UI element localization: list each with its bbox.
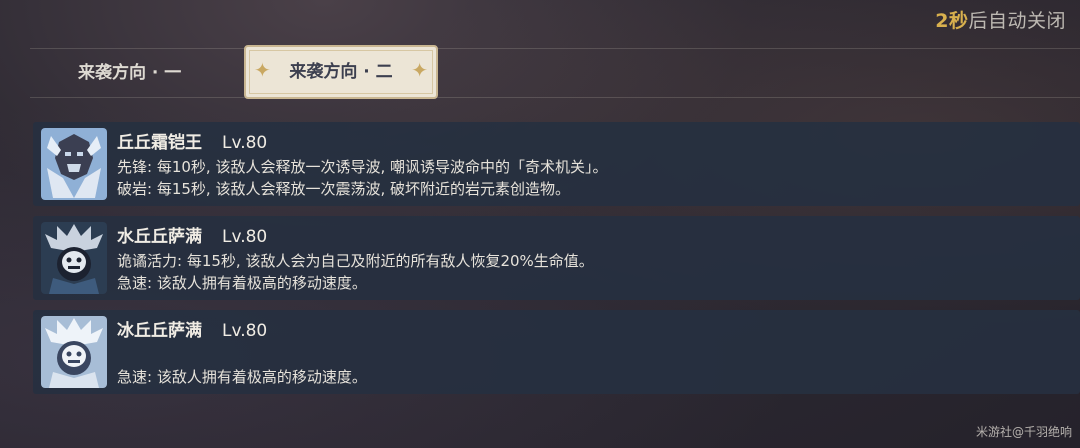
enemy-trait: 急速: 该敌人拥有着极高的移动速度。	[117, 274, 367, 292]
enemy-name: 水丘丘萨满	[117, 227, 202, 247]
direction-tab-bar: 来袭方向 · 一 ✦ 来袭方向 · 二 ✦	[30, 45, 1080, 99]
sparkle-icon: ✦	[254, 58, 271, 82]
sparkle-icon: ✦	[411, 58, 428, 82]
timer-suffix: 后自动关闭	[968, 10, 1066, 32]
enemy-level: Lv.80	[222, 133, 268, 153]
tab-direction-one[interactable]: 来袭方向 · 一	[78, 49, 181, 97]
watermark: 米游社@千羽绝响	[975, 425, 1072, 439]
enemy-trait: 破岩: 每15秒, 该敌人会释放一次震荡波, 破坏附近的岩元素创造物。	[117, 180, 570, 198]
enemy-card: 冰丘丘萨满 Lv.80 急速: 该敌人拥有着极高的移动速度。	[33, 310, 1080, 394]
enemy-name-row: 水丘丘萨满 Lv.80	[117, 222, 267, 247]
enemy-name-row: 冰丘丘萨满 Lv.80	[117, 316, 267, 341]
enemy-name: 丘丘霜铠王	[117, 133, 202, 153]
enemy-name: 冰丘丘萨满	[117, 321, 202, 341]
enemy-level: Lv.80	[222, 227, 268, 247]
tab-direction-two-label: 来袭方向 · 二	[289, 62, 393, 82]
cryo-samachurl-icon	[41, 316, 107, 388]
timer-count: 2秒	[935, 10, 969, 32]
frost-lawachurl-icon	[41, 128, 107, 200]
enemy-card: 丘丘霜铠王 Lv.80 先锋: 每10秒, 该敌人会释放一次诱导波, 嘲讽诱导波命…	[33, 122, 1080, 206]
enemy-trait: 先锋: 每10秒, 该敌人会释放一次诱导波, 嘲讽诱导波命中的「奇术机关」。	[117, 158, 608, 176]
tab-direction-two[interactable]: ✦ 来袭方向 · 二 ✦	[244, 45, 438, 99]
auto-close-timer: 2秒后自动关闭	[935, 6, 1066, 33]
enemy-name-row: 丘丘霜铠王 Lv.80	[117, 128, 267, 153]
enemy-level: Lv.80	[222, 321, 268, 341]
enemy-trait: 急速: 该敌人拥有着极高的移动速度。	[117, 368, 367, 386]
enemy-trait: 诡谲活力: 每15秒, 该敌人会为自己及附近的所有敌人恢复20%生命值。	[117, 252, 594, 270]
enemy-card: 水丘丘萨满 Lv.80 诡谲活力: 每15秒, 该敌人会为自己及附近的所有敌人恢复…	[33, 216, 1080, 300]
hydro-samachurl-icon	[41, 222, 107, 294]
